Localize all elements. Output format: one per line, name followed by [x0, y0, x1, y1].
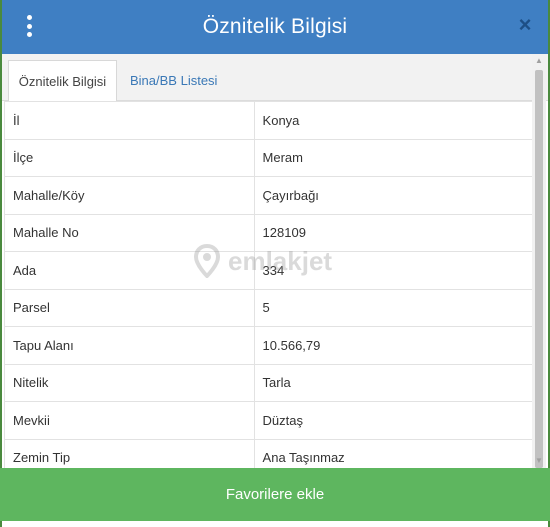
tab-attribute-info[interactable]: Öznitelik Bilgisi: [8, 60, 117, 102]
menu-kebab-icon[interactable]: [21, 13, 37, 39]
table-row: Tapu Alanı 10.566,79: [4, 326, 535, 365]
scrollbar-thumb[interactable]: [535, 70, 543, 468]
row-value: 5: [253, 288, 535, 327]
row-key: Mevkii: [4, 401, 255, 440]
table-row: İlçe Meram: [4, 138, 535, 177]
attribute-table: İl Konya İlçe Meram Mahalle/Köy Çayırbağ…: [4, 101, 535, 471]
row-value: 128109: [253, 213, 535, 252]
table-row: İl Konya: [4, 101, 535, 140]
row-key: Mahalle No: [4, 213, 255, 252]
table-row: Mahalle No 128109: [4, 213, 535, 252]
row-key: İl: [4, 101, 255, 140]
row-value: Tarla: [253, 363, 535, 402]
row-key: İlçe: [4, 138, 255, 177]
close-icon[interactable]: ×: [514, 14, 536, 36]
table-row: Parsel 5: [4, 288, 535, 327]
row-value: Düztaş: [253, 401, 535, 440]
row-value: Ana Taşınmaz: [253, 438, 535, 471]
row-key: Ada: [4, 251, 255, 290]
row-value: 10.566,79: [253, 326, 535, 365]
row-key: Tapu Alanı: [4, 326, 255, 365]
row-value: 334: [253, 251, 535, 290]
table-row: Nitelik Tarla: [4, 363, 535, 402]
row-value: Konya: [253, 101, 535, 140]
table-row: Mevkii Düztaş: [4, 401, 535, 440]
attribute-panel: Öznitelik Bilgisi × Öznitelik Bilgisi Bi…: [0, 0, 550, 527]
tab-building-list[interactable]: Bina/BB Listesi: [120, 60, 227, 102]
panel-title: Öznitelik Bilgisi: [202, 15, 348, 38]
table-row: Ada 334: [4, 251, 535, 290]
panel-header: Öznitelik Bilgisi ×: [2, 0, 548, 54]
attribute-table-container: İl Konya İlçe Meram Mahalle/Köy Çayırbağ…: [4, 101, 535, 471]
scroll-down-arrow-icon[interactable]: ▼: [532, 454, 546, 468]
add-to-favorites-button[interactable]: Favorilere ekle: [0, 468, 550, 521]
row-key: Parsel: [4, 288, 255, 327]
scroll-up-arrow-icon[interactable]: ▲: [532, 54, 546, 68]
scrollbar[interactable]: ▲ ▼: [532, 54, 546, 468]
table-row: Mahalle/Köy Çayırbağı: [4, 176, 535, 215]
row-key: Nitelik: [4, 363, 255, 402]
row-value: Meram: [253, 138, 535, 177]
table-row: Zemin Tip Ana Taşınmaz: [4, 438, 535, 471]
row-value: Çayırbağı: [253, 176, 535, 215]
row-key: Mahalle/Köy: [4, 176, 255, 215]
row-key: Zemin Tip: [4, 438, 255, 471]
tab-bar: Öznitelik Bilgisi Bina/BB Listesi: [2, 54, 548, 102]
